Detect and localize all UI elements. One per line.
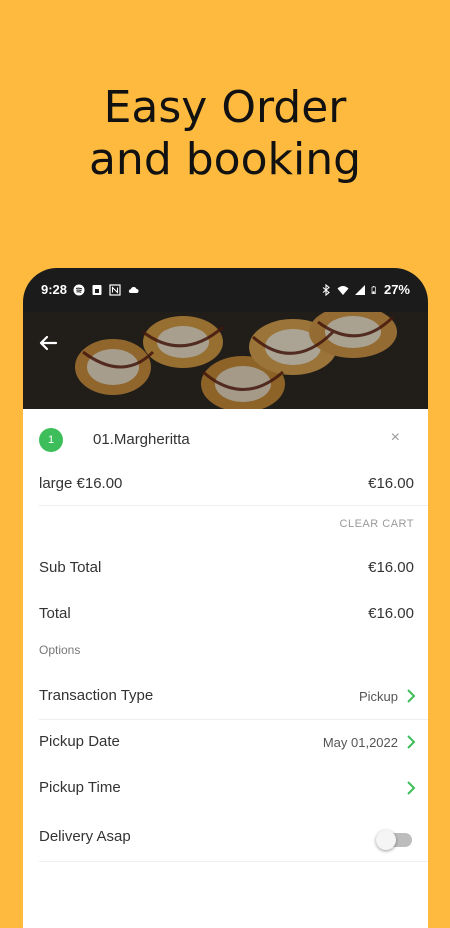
chevron-right-icon — [407, 781, 416, 795]
total-row: Total €16.00 — [23, 595, 428, 635]
pickup-time-label: Pickup Time — [39, 779, 121, 796]
transaction-type-value: Pickup — [358, 689, 398, 704]
wifi-icon — [337, 285, 349, 295]
spotify-icon — [73, 284, 85, 295]
phone-frame: 9:28 27% 1 01.Margheritta × large €16.00… — [23, 268, 428, 928]
total-value: €16.00 — [368, 605, 414, 622]
signal-icon — [354, 284, 365, 295]
cart-content: 1 01.Margheritta × large €16.00 €16.00 C… — [23, 409, 428, 928]
item-qty-badge: 1 — [39, 428, 63, 452]
nfc-icon — [109, 283, 121, 296]
divider — [39, 505, 428, 506]
battery-icon — [371, 285, 376, 294]
item-price-row: large €16.00 €16.00 — [23, 465, 428, 505]
cart-item-row: 1 01.Margheritta × — [23, 409, 428, 465]
cloud-icon — [128, 286, 139, 293]
subtotal-row: Sub Total €16.00 — [23, 549, 428, 589]
remove-item-button[interactable]: × — [391, 429, 400, 447]
delivery-asap-label: Delivery Asap — [39, 828, 131, 845]
delivery-asap-toggle[interactable] — [376, 830, 412, 850]
delivery-asap-row: Delivery Asap — [23, 812, 428, 862]
pickup-date-value: May 01,2022 — [322, 735, 398, 750]
pickup-time-row[interactable]: Pickup Time — [23, 766, 428, 812]
options-heading: Options — [39, 643, 81, 657]
item-size-price: large €16.00 — [39, 475, 123, 492]
battery-percent: 27% — [383, 282, 410, 297]
item-total: €16.00 — [368, 475, 414, 492]
pickup-date-label: Pickup Date — [39, 733, 120, 750]
back-arrow-icon[interactable] — [37, 332, 59, 354]
headline-line-1: Easy Order — [103, 82, 347, 133]
clear-cart-button[interactable]: CLEAR CART — [340, 518, 414, 530]
hero-food-image — [23, 312, 428, 409]
subtotal-label: Sub Total — [39, 559, 102, 576]
bluetooth-icon — [322, 283, 330, 296]
sim-icon — [92, 284, 102, 295]
status-bar: 9:28 27% — [23, 268, 428, 312]
transaction-type-label: Transaction Type — [39, 687, 154, 704]
status-time: 9:28 — [41, 282, 68, 297]
headline-line-2: and booking — [88, 134, 362, 185]
divider — [39, 861, 428, 862]
subtotal-value: €16.00 — [368, 559, 414, 576]
item-name: 01.Margheritta — [93, 431, 190, 448]
toggle-knob — [376, 830, 396, 850]
chevron-right-icon — [407, 735, 416, 749]
sushi-rolls-image — [23, 312, 428, 409]
pickup-date-row[interactable]: Pickup Date May 01,2022 — [23, 720, 428, 766]
transaction-type-row[interactable]: Transaction Type Pickup — [23, 673, 428, 719]
total-label: Total — [39, 605, 71, 622]
headline: Easy Order and booking — [0, 82, 450, 186]
chevron-right-icon — [407, 689, 416, 703]
